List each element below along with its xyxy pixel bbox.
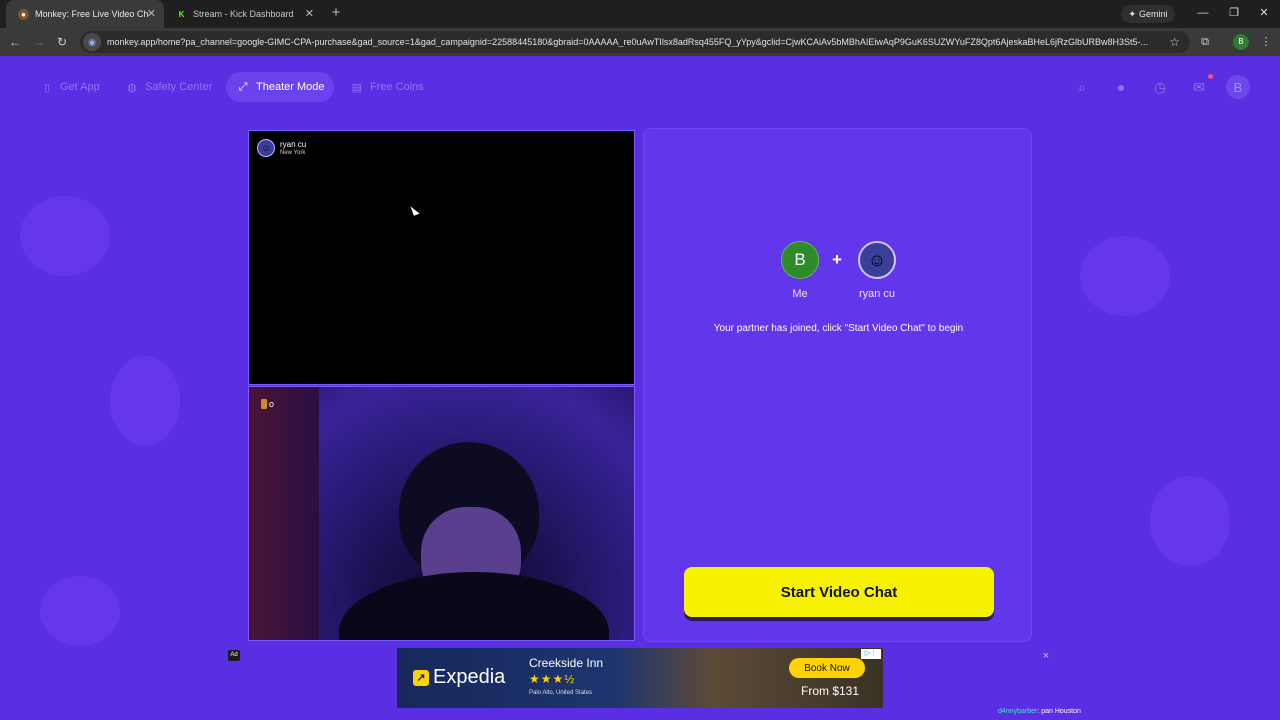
tab-title: Monkey: Free Live Video Ch [35, 9, 149, 19]
partner-label: ryan cu [858, 288, 896, 300]
monkey-favicon-icon: ● [18, 8, 29, 20]
credit-user: d4nnybarber [998, 708, 1038, 715]
expand-icon: ⤢ [238, 80, 248, 93]
browser-tab-bar: ● Monkey: Free Live Video Ch ✕ K Stream … [0, 0, 1280, 28]
tab-monkey[interactable]: ● Monkey: Free Live Video Ch ✕ [6, 0, 164, 28]
ad-close-button[interactable]: × [1040, 650, 1052, 662]
stream-credit: d4nnybarber: pan Houston [998, 708, 1081, 715]
kick-favicon-icon: K [178, 9, 185, 19]
ad-brand: Expedia [433, 666, 506, 688]
history-icon[interactable]: ◷ [1150, 77, 1170, 97]
background-blob [1150, 476, 1230, 566]
monkey-page: ▯ Get App ◍ Safety Center ⤢ Theater Mode… [0, 56, 1280, 720]
expedia-ad[interactable]: ↗ Expedia Creekside Inn ★★★½ Palo Alto, … [397, 648, 883, 708]
search-icon[interactable]: ⌕ [1072, 77, 1092, 97]
adchoices-icon[interactable]: ▷⋮ [861, 649, 881, 659]
partner-name: ryan cu [280, 139, 307, 149]
self-badge: o [261, 399, 274, 409]
partner-video[interactable]: ☺ ryan cu New York [248, 130, 635, 385]
notification-dot [1208, 74, 1213, 79]
nav-get-app[interactable]: ▯ Get App [30, 72, 110, 102]
plus-icon: + [832, 250, 842, 269]
badge-icon [261, 399, 267, 409]
ad-stars: ★★★½ [529, 672, 576, 686]
tab-kick[interactable]: K Stream - Kick Dashboard ✕ [164, 0, 322, 28]
restore-icon[interactable]: ❐ [1226, 5, 1242, 21]
my-avatar: B [781, 241, 819, 279]
background-blob [1080, 236, 1170, 316]
shield-icon: ◍ [127, 81, 137, 94]
globe-icon[interactable]: ● [1111, 77, 1131, 97]
self-video[interactable]: o [248, 386, 635, 641]
cast-icon[interactable]: ⧉ [1197, 34, 1213, 50]
new-tab-button[interactable]: + [328, 4, 344, 22]
coins-icon: ▤ [351, 81, 363, 94]
background-blob [20, 196, 110, 276]
minimize-icon[interactable]: — [1195, 5, 1211, 21]
forward-arrow-icon[interactable]: → [31, 34, 47, 50]
nav-label: Safety Center [145, 81, 213, 93]
book-now-button[interactable]: Book Now [789, 658, 865, 678]
background-door [249, 387, 319, 640]
expedia-logo: ↗ Expedia [413, 666, 505, 689]
gemini-label: Gemini [1139, 9, 1168, 19]
sparkle-icon: ✦ [1128, 8, 1137, 19]
partner-badge: ☺ ryan cu New York [257, 139, 306, 157]
user-avatar[interactable]: B [1226, 75, 1250, 99]
credit-text: : pan Houston [1037, 708, 1081, 715]
phone-icon: ▯ [43, 81, 51, 94]
bookmark-star-icon[interactable]: ☆ [1169, 35, 1180, 49]
background-blob [110, 356, 180, 446]
ad-hotel-name: Creekside Inn [529, 656, 604, 670]
gemini-button[interactable]: ✦ Gemini [1121, 5, 1175, 23]
top-navigation: ▯ Get App ◍ Safety Center ⤢ Theater Mode… [0, 72, 1280, 102]
ad-label: Ad [228, 650, 240, 661]
nav-label: Theater Mode [256, 81, 325, 93]
nav-label: Get App [60, 81, 100, 93]
ad-price: From $131 [801, 684, 860, 698]
match-panel: B + ☺ Me ryan cu Your partner has joined… [643, 128, 1032, 642]
partner-avatar-icon: ☺ [858, 241, 896, 279]
person-body [339, 572, 609, 640]
join-message: Your partner has joined, click "Start Vi… [713, 323, 964, 334]
nav-safety-center[interactable]: ◍ Safety Center [115, 72, 222, 102]
my-label: Me [792, 288, 808, 300]
partner-location: New York [280, 149, 306, 156]
nav-label: Free Coins [370, 81, 424, 93]
chat-icon[interactable]: ✉ [1189, 77, 1209, 97]
ad-location: Palo Alto, United States [529, 690, 593, 696]
close-tab-icon[interactable]: ✕ [305, 7, 314, 20]
address-bar: ← → ↻ ◉ monkey.app/home?pa_channel=googl… [0, 28, 1280, 56]
reload-icon[interactable]: ↻ [54, 34, 70, 50]
menu-kebab-icon[interactable]: ⋮ [1258, 34, 1274, 50]
mouse-cursor-icon [410, 204, 420, 216]
profile-avatar[interactable]: B [1233, 34, 1249, 50]
back-arrow-icon[interactable]: ← [7, 34, 23, 50]
nav-free-coins[interactable]: ▤ Free Coins [340, 72, 434, 102]
close-window-icon[interactable]: ✕ [1256, 5, 1272, 21]
omnibox[interactable]: ◉ monkey.app/home?pa_channel=google-GIMC… [80, 31, 1190, 53]
tab-title: Stream - Kick Dashboard [193, 9, 294, 19]
self-badge-text: o [269, 399, 275, 409]
background-blob [40, 576, 120, 646]
partner-avatar-icon: ☺ [257, 139, 275, 157]
start-video-chat-button[interactable]: Start Video Chat [684, 567, 994, 617]
match-pair: B + ☺ Me ryan cu [644, 241, 1033, 311]
site-info-icon[interactable]: ◉ [83, 33, 101, 51]
expedia-logo-icon: ↗ [413, 669, 429, 686]
close-tab-icon[interactable]: ✕ [147, 7, 156, 20]
nav-theater-mode[interactable]: ⤢ Theater Mode [226, 72, 335, 102]
url-text[interactable]: monkey.app/home?pa_channel=google-GIMC-C… [107, 37, 1162, 47]
